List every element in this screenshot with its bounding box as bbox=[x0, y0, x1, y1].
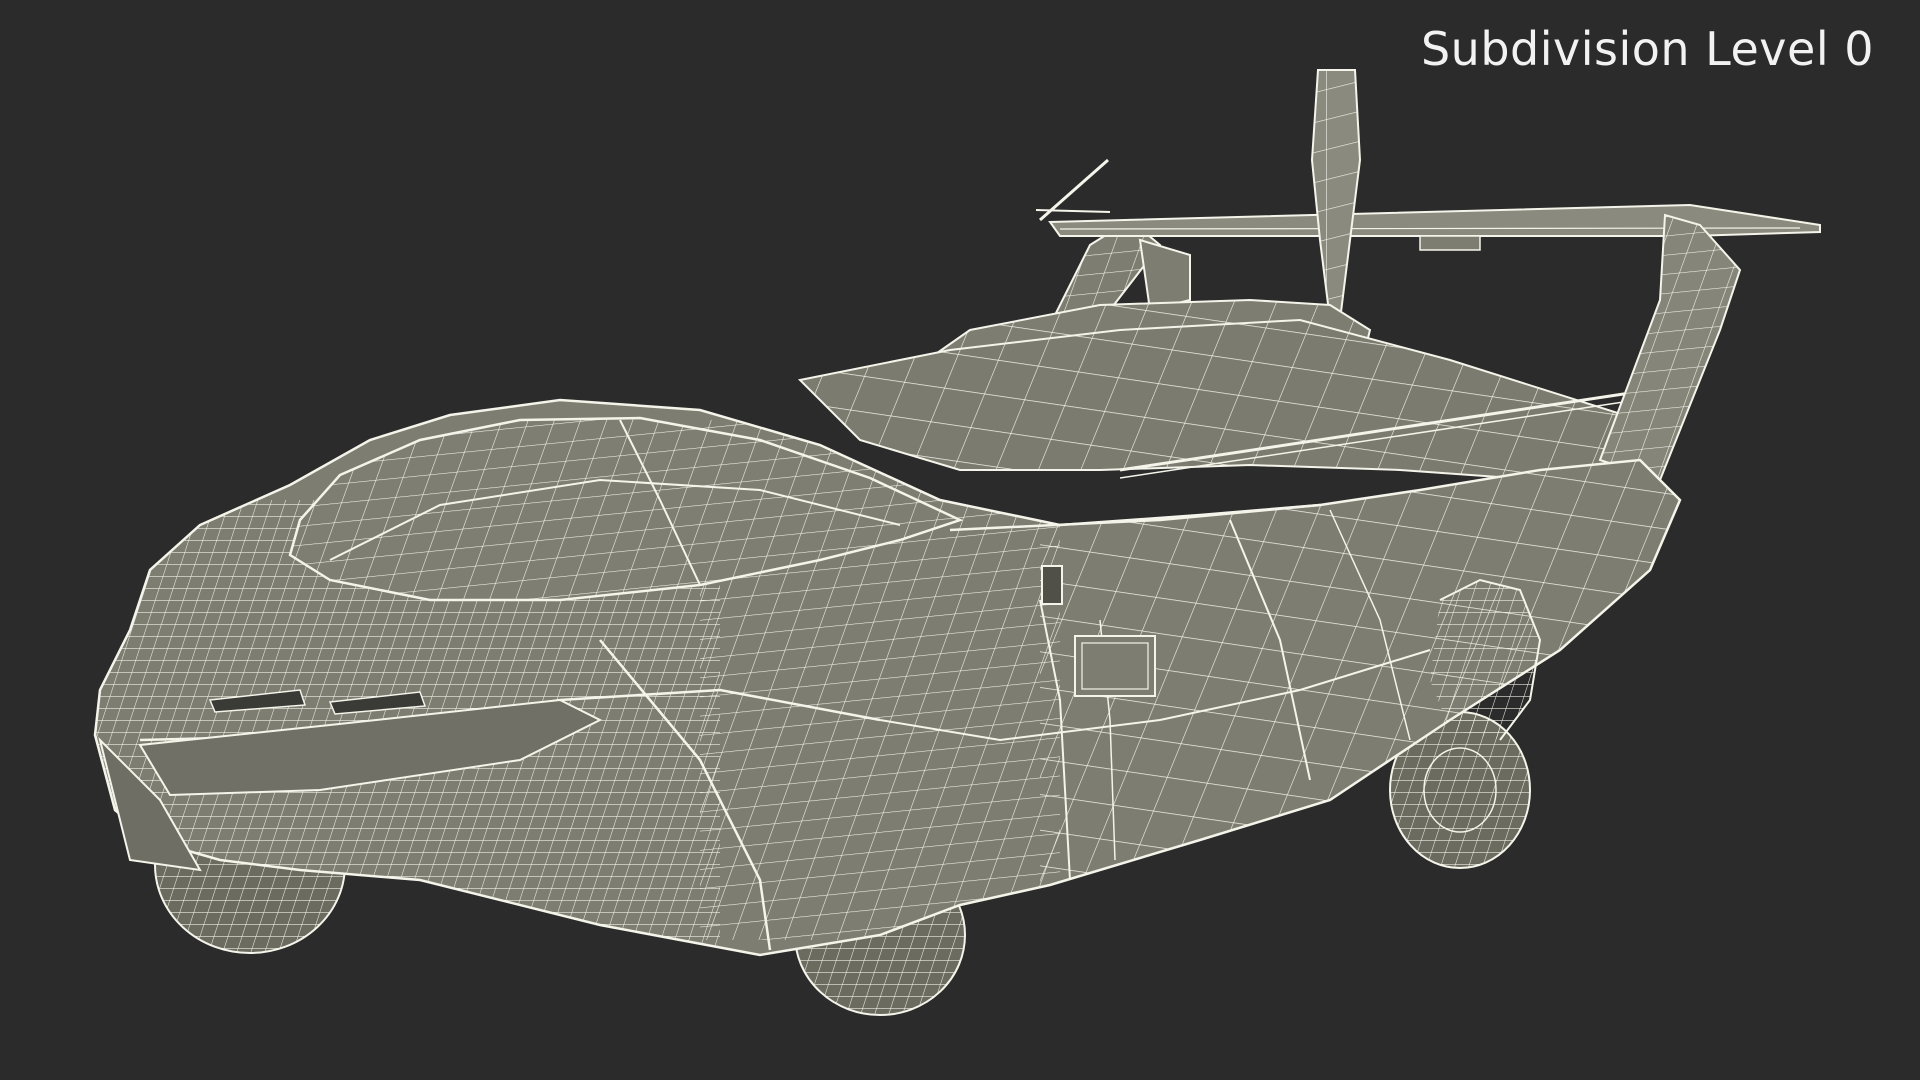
tail-boom bbox=[1599, 214, 1741, 481]
render-viewport: Subdivision Level 0 bbox=[0, 0, 1920, 1080]
flying-car-wireframe-model bbox=[93, 69, 1821, 1016]
rear-deck bbox=[799, 319, 1651, 481]
propeller-fin bbox=[1311, 69, 1361, 321]
